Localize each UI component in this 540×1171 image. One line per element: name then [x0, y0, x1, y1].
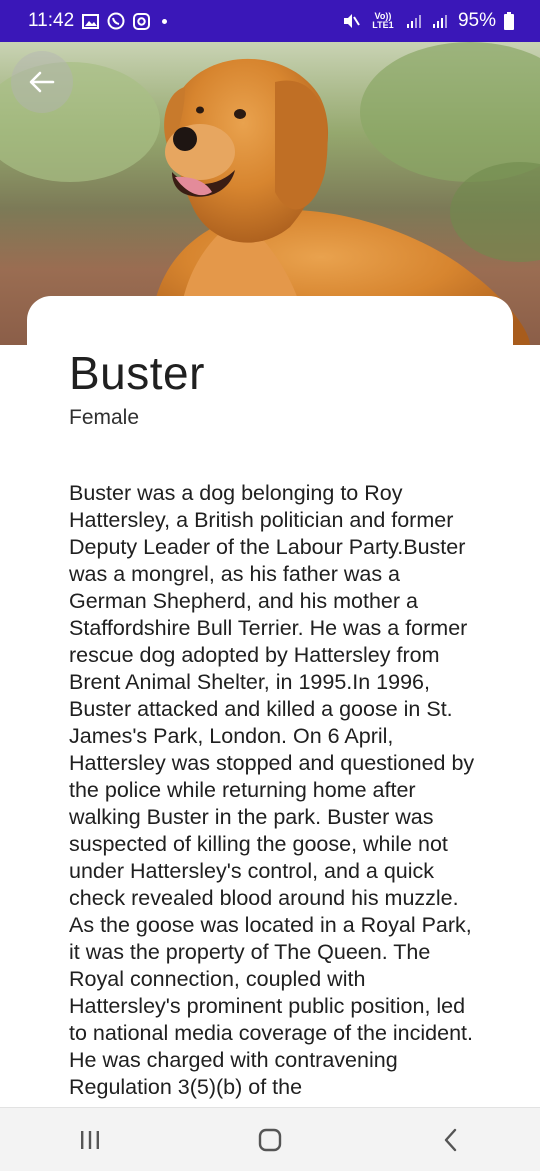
status-bar: 11:42 Vo)) LTE1 95%: [0, 0, 540, 42]
recents-icon: [81, 1130, 99, 1149]
pet-gender: Female: [69, 406, 140, 429]
back-chevron-icon: [444, 1128, 457, 1151]
volte-label: Vo)) LTE1: [372, 11, 394, 30]
details-card: Buster Female Buster was a dog belonging…: [27, 296, 513, 1116]
battery-percent: 95%: [457, 10, 496, 31]
gallery-icon: [82, 13, 100, 29]
notification-dot-icon: [162, 18, 168, 24]
signal-icon-2: [432, 13, 450, 29]
instagram-icon: [133, 12, 151, 30]
back-button[interactable]: [11, 51, 73, 113]
system-nav-bar: [0, 1107, 540, 1171]
home-icon: [258, 1128, 282, 1151]
pet-name: Buster: [69, 347, 205, 399]
status-time: 11:42: [28, 10, 75, 31]
home-button[interactable]: [240, 1115, 300, 1165]
whatsapp-icon: [107, 12, 125, 30]
status-bar-left: 11:42: [28, 10, 168, 32]
arrow-left-icon: [29, 71, 55, 93]
pet-description: Buster was a dog belonging to Roy Hatter…: [69, 481, 475, 1099]
status-bar-right: Vo)) LTE1 95%: [342, 10, 514, 32]
mute-icon: [342, 13, 360, 29]
system-back-button[interactable]: [420, 1115, 480, 1165]
signal-icon-1: [406, 13, 424, 29]
recents-button[interactable]: [60, 1115, 120, 1165]
battery-icon: [504, 12, 514, 30]
